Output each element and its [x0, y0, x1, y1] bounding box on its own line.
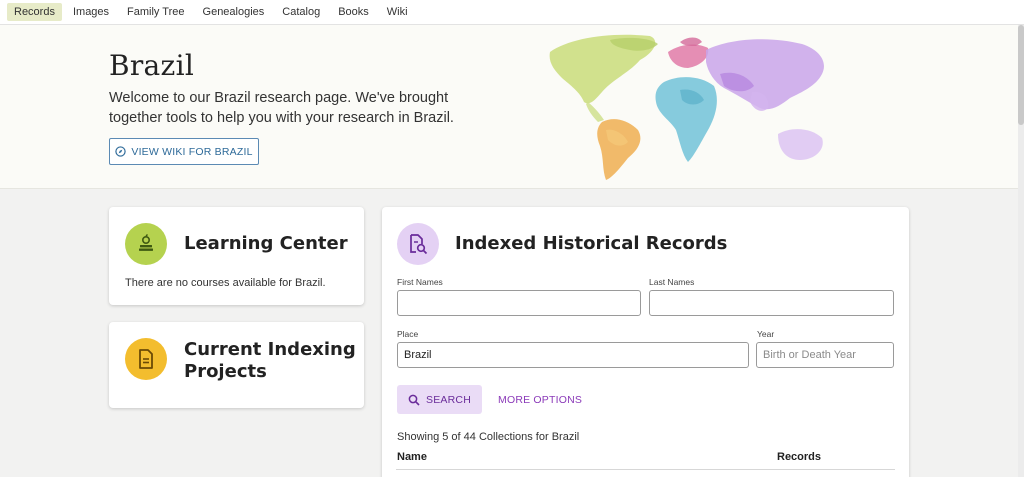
search-button-label: SEARCH — [426, 393, 471, 406]
place-value: Brazil — [404, 349, 432, 361]
page-title: Brazil — [109, 49, 195, 82]
tab-genealogies[interactable]: Genealogies — [196, 3, 272, 21]
document-search-icon — [410, 234, 428, 255]
indexing-title-line1: Current Indexing — [184, 339, 356, 360]
view-wiki-button[interactable]: VIEW WIKI FOR BRAZIL — [109, 138, 259, 165]
compass-icon — [115, 146, 127, 157]
year-label: Year — [757, 329, 775, 339]
view-wiki-label: VIEW WIKI FOR BRAZIL — [131, 145, 253, 158]
more-options-button[interactable]: MORE OPTIONS — [498, 385, 582, 414]
indexing-projects-card[interactable]: Current Indexing Projects — [109, 322, 364, 408]
column-header-name[interactable]: Name — [397, 451, 427, 463]
page-description: Welcome to our Brazil research page. We'… — [109, 90, 454, 126]
learning-book-icon — [139, 234, 153, 251]
scrollbar-thumb[interactable] — [1018, 25, 1024, 125]
place-label: Place — [397, 329, 419, 339]
indexing-icon-circle — [125, 338, 167, 380]
learning-center-text: There are no courses available for Brazi… — [125, 277, 326, 289]
last-names-label: Last Names — [649, 277, 695, 287]
learning-icon-circle — [125, 223, 167, 265]
top-nav: Records Images Family Tree Genealogies C… — [0, 0, 1024, 25]
page-scrollbar[interactable] — [1018, 25, 1024, 477]
learning-center-title: Learning Center — [184, 233, 348, 254]
indexing-title-line2: Projects — [184, 361, 267, 382]
table-header-divider — [396, 469, 895, 470]
records-icon-circle — [397, 223, 439, 265]
tab-books[interactable]: Books — [331, 3, 376, 21]
first-names-label: First Names — [397, 277, 443, 287]
tab-images[interactable]: Images — [66, 3, 116, 21]
tab-catalog[interactable]: Catalog — [275, 3, 327, 21]
tab-records[interactable]: Records — [7, 3, 62, 21]
search-icon — [408, 394, 420, 406]
place-input[interactable]: Brazil — [397, 342, 749, 368]
indexed-records-card: Indexed Historical Records First Names L… — [382, 207, 909, 477]
year-input[interactable]: Birth or Death Year — [756, 342, 894, 368]
records-title: Indexed Historical Records — [455, 233, 728, 254]
tab-wiki[interactable]: Wiki — [380, 3, 415, 21]
year-placeholder: Birth or Death Year — [763, 349, 856, 361]
column-header-records[interactable]: Records — [777, 451, 821, 463]
first-names-input[interactable] — [397, 290, 641, 316]
document-icon — [139, 349, 153, 369]
hero-banner: Brazil Welcome to our Brazil research pa… — [0, 25, 1018, 189]
search-button[interactable]: SEARCH — [397, 385, 482, 414]
world-map-image — [549, 34, 824, 180]
last-names-input[interactable] — [649, 290, 894, 316]
indexing-projects-title: Current Indexing Projects — [184, 339, 356, 383]
collections-count-text: Showing 5 of 44 Collections for Brazil — [397, 431, 580, 443]
learning-center-card[interactable]: Learning Center There are no courses ava… — [109, 207, 364, 305]
tab-family-tree[interactable]: Family Tree — [120, 3, 191, 21]
